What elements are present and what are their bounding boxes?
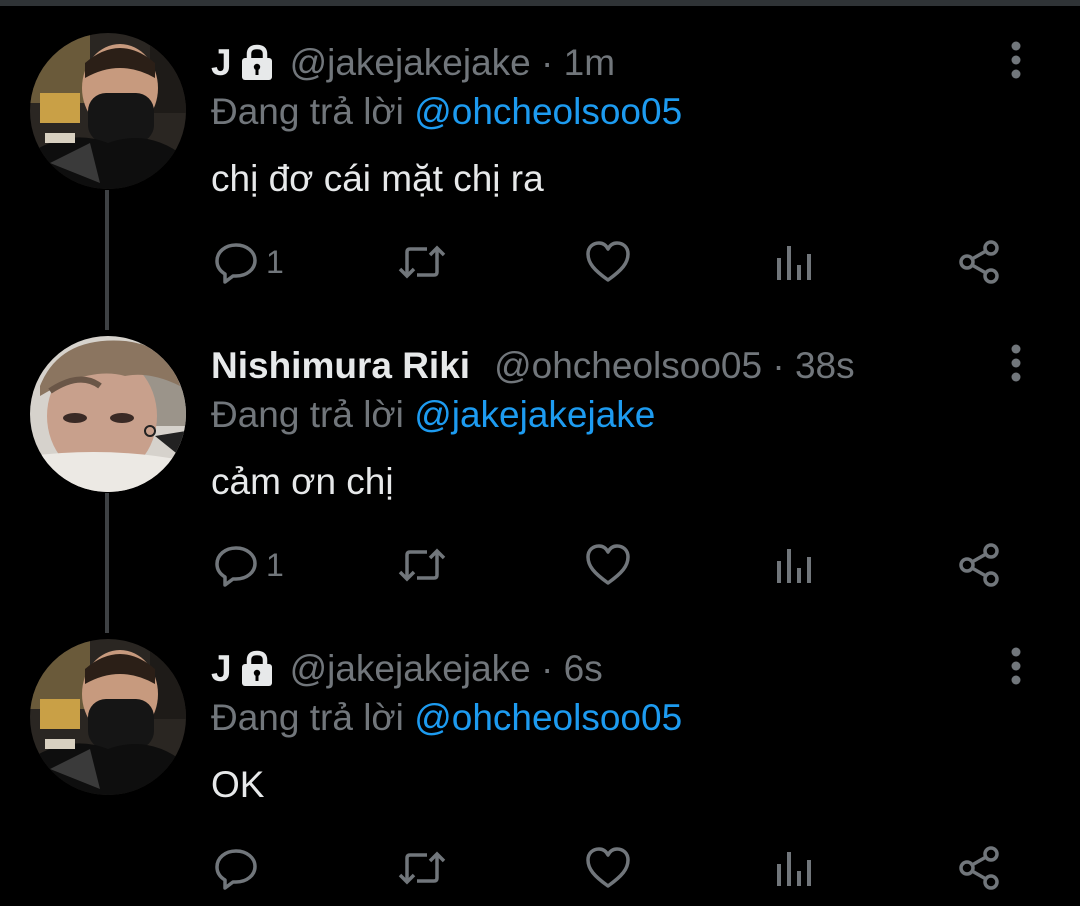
mention-link[interactable]: @jakejakejake — [414, 394, 655, 435]
mention-link[interactable]: @ohcheolsoo05 — [414, 697, 682, 738]
replying-to: Đang trả lời @ohcheolsoo05 — [211, 91, 682, 133]
heart-icon — [586, 544, 630, 585]
heart-icon — [586, 847, 630, 888]
replying-to-prefix: Đang trả lời — [211, 697, 404, 738]
reply-button[interactable] — [212, 843, 266, 893]
reply-count: 1 — [266, 243, 284, 280]
lock-icon — [240, 650, 274, 688]
action-bar: 1 — [212, 540, 1012, 590]
more-vertical-icon[interactable] — [1003, 343, 1029, 383]
replying-to: Đang trả lời @jakejakejake — [211, 394, 655, 436]
comment-icon — [215, 243, 257, 284]
analytics-button[interactable] — [774, 540, 814, 590]
retweet-icon — [398, 245, 446, 279]
replying-to-prefix: Đang trả lời — [211, 91, 404, 132]
display-name[interactable]: J — [211, 42, 232, 84]
like-button[interactable] — [584, 237, 632, 287]
share-button[interactable] — [958, 540, 1004, 590]
share-icon — [959, 543, 999, 587]
tweet[interactable]: J @jakejakejake · 6s Đang trả lời @ohche… — [0, 606, 1080, 906]
avatar[interactable] — [30, 33, 186, 189]
analytics-icon — [777, 549, 811, 583]
heart-icon — [586, 241, 630, 282]
display-name[interactable]: Nishimura Riki — [211, 345, 470, 387]
handle-and-time[interactable]: @ohcheolsoo05 · 38s — [494, 345, 855, 387]
retweet-icon — [398, 851, 446, 885]
analytics-button[interactable] — [774, 843, 814, 893]
handle-and-time[interactable]: @jakejakejake · 1m — [290, 42, 615, 84]
replying-to-prefix: Đang trả lời — [211, 394, 404, 435]
like-button[interactable] — [584, 843, 632, 893]
analytics-icon — [777, 246, 811, 280]
tweet-header: J @jakejakejake · 1m — [211, 38, 615, 88]
tweet-header: Nishimura Riki @ohcheolsoo05 · 38s — [211, 341, 855, 391]
share-icon — [959, 846, 999, 890]
action-bar: 1 — [212, 237, 1012, 287]
reply-count: 1 — [266, 546, 284, 583]
reply-button[interactable]: 1 — [212, 237, 284, 287]
retweet-button[interactable] — [397, 237, 447, 287]
comment-icon — [215, 546, 257, 587]
tweet-text: chị đơ cái mặt chị ra — [211, 158, 544, 199]
retweet-button[interactable] — [397, 843, 447, 893]
tweet-text: cảm ơn chị — [211, 461, 394, 502]
avatar[interactable] — [30, 336, 186, 492]
mention-link[interactable]: @ohcheolsoo05 — [414, 91, 682, 132]
tweet[interactable]: J @jakejakejake · 1m Đang trả lời @ohche… — [0, 0, 1080, 300]
more-vertical-icon[interactable] — [1003, 646, 1029, 686]
share-icon — [959, 240, 999, 284]
retweet-button[interactable] — [397, 540, 447, 590]
replying-to: Đang trả lời @ohcheolsoo05 — [211, 697, 682, 739]
lock-icon — [240, 44, 274, 82]
action-bar — [212, 843, 1012, 893]
display-name[interactable]: J — [211, 648, 232, 690]
tweet-header: J @jakejakejake · 6s — [211, 644, 603, 694]
tweet[interactable]: Nishimura Riki @ohcheolsoo05 · 38s Đang … — [0, 303, 1080, 603]
retweet-icon — [398, 548, 446, 582]
like-button[interactable] — [584, 540, 632, 590]
reply-button[interactable]: 1 — [212, 540, 284, 590]
handle-and-time[interactable]: @jakejakejake · 6s — [290, 648, 603, 690]
comment-icon — [215, 849, 257, 890]
share-button[interactable] — [958, 843, 1004, 893]
avatar[interactable] — [30, 639, 186, 795]
share-button[interactable] — [958, 237, 1004, 287]
analytics-icon — [777, 852, 811, 886]
tweet-text: OK — [211, 764, 265, 805]
analytics-button[interactable] — [774, 237, 814, 287]
more-vertical-icon[interactable] — [1003, 40, 1029, 80]
